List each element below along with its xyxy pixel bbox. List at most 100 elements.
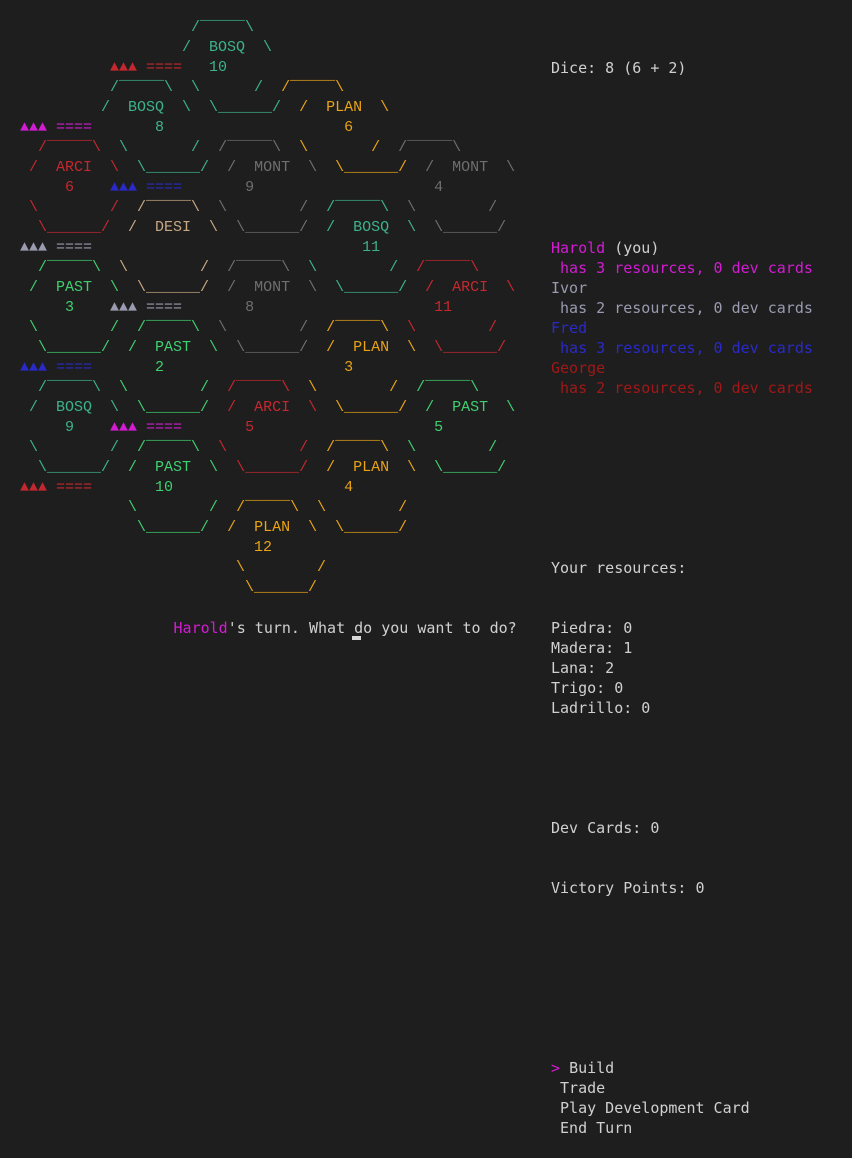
board-segment (218, 339, 236, 356)
prompt-indent (20, 619, 174, 637)
board-segment: /‾‾‾‾‾\ (38, 139, 102, 156)
prompt-player-name: Harold (173, 619, 228, 637)
player-name-line: Harold (you) (551, 238, 813, 258)
board-segment (20, 299, 65, 316)
board-segment: \ / (308, 259, 399, 276)
board-segment: 10 (155, 479, 174, 496)
board-segment: \ / (308, 379, 399, 396)
board-segment: / ARCI \ (29, 159, 120, 176)
board-segment: \ / (218, 199, 309, 216)
board-row: \______/ / PAST \ \______/ / PLAN \ \___… (20, 458, 515, 478)
menu-item-end-turn[interactable]: End Turn (551, 1118, 813, 1138)
menu-item-label: Trade (560, 1079, 606, 1097)
board-segment (20, 539, 254, 556)
board-segment (20, 339, 38, 356)
terminal-cursor (352, 636, 361, 640)
board-segment: 2 (155, 359, 165, 376)
board-row: / BOSQ \ \______/ / PLAN \ (20, 98, 515, 118)
board-segment: / BOSQ \ \______/ (101, 99, 300, 116)
board-segment (389, 319, 407, 336)
board-segment (308, 439, 326, 456)
board-segment: 4 (434, 179, 444, 196)
board-segment (74, 419, 110, 436)
board-segment (281, 139, 299, 156)
board-segment (119, 159, 137, 176)
menu-item-build[interactable]: > Build (551, 1058, 813, 1078)
player-name-line: Fred (551, 318, 813, 338)
menu-indent (551, 1079, 560, 1097)
board-segment (110, 219, 128, 236)
board-segment: / PAST \ (128, 459, 219, 476)
resource-item: Lana: 2 (551, 659, 615, 677)
resource-item: Ladrillo: 0 (551, 699, 651, 717)
board-segment: ▲▲▲ ==== (20, 359, 93, 376)
board-segment (218, 219, 236, 236)
board-row: ▲▲▲ ==== 2 3 (20, 358, 515, 378)
board-segment: /‾‾‾‾‾\ (227, 259, 291, 276)
board-segment: / ARCI \ (425, 279, 516, 296)
board-segment (20, 379, 38, 396)
board-segment: /‾‾‾‾‾\ (227, 379, 291, 396)
player-you-tag: (you) (605, 239, 660, 257)
board-segment: \ / (29, 319, 120, 336)
board-segment (20, 39, 182, 56)
board-segment (20, 399, 29, 416)
board-segment (20, 199, 29, 216)
board-segment: /‾‾‾‾‾\ (191, 19, 255, 36)
board-segment (74, 179, 110, 196)
menu-item-trade[interactable]: Trade (551, 1078, 813, 1098)
dice-readout: Dice: 8 (6 + 2) (551, 59, 687, 77)
board-segment: / (254, 79, 282, 96)
board-segment: \ / (128, 499, 219, 516)
board-segment: \______/ (245, 579, 318, 596)
board-segment (209, 519, 227, 536)
dev-cards-count: Dev Cards: 0 (551, 819, 660, 837)
board-segment: \______/ (434, 459, 507, 476)
turn-prompt: Harold's turn. What do you want to do? (20, 618, 517, 638)
board-segment: \ / (29, 439, 120, 456)
action-menu: > Build Trade Play Development Card End … (551, 1058, 813, 1138)
resource-list: Piedra: 0 Madera: 1 Lana: 2 Trigo: 0 Ladrill… (551, 618, 813, 718)
board-row: \ / (20, 558, 515, 578)
board-segment (290, 259, 308, 276)
menu-item-play-development-card[interactable]: Play Development Card (551, 1098, 813, 1118)
board-segment (74, 299, 110, 316)
board-segment (416, 459, 434, 476)
board-segment: \ / (119, 379, 210, 396)
board-segment: 8 (155, 119, 165, 136)
board-segment: \______/ (236, 219, 309, 236)
board-segment (416, 339, 434, 356)
board-segment (110, 459, 128, 476)
board-segment: \______/ (434, 219, 507, 236)
board-segment (110, 339, 128, 356)
board-segment: \______/ (335, 279, 408, 296)
board-segment (254, 299, 434, 316)
board-row: \ / /‾‾‾‾‾\ \ / /‾‾‾‾‾\ \ / (20, 438, 515, 458)
player-status: has 3 resources, 0 dev cards (551, 339, 813, 357)
board-row: \______/ / PAST \ \______/ / PLAN \ \___… (20, 338, 515, 358)
board-segment (20, 579, 245, 596)
board-row: ▲▲▲ ==== 10 4 (20, 478, 515, 498)
player-status-line: has 3 resources, 0 dev cards (551, 338, 813, 358)
board-segment (200, 139, 218, 156)
board-row: 6 ▲▲▲ ==== 9 4 (20, 178, 515, 198)
board-segment: 3 (344, 359, 354, 376)
board-segment: \______/ (236, 339, 309, 356)
board-segment (182, 299, 245, 316)
board-segment: \ / (317, 499, 408, 516)
board-segment (317, 279, 335, 296)
board-segment (254, 419, 434, 436)
board-segment: 6 (344, 119, 354, 136)
board-segment (209, 379, 227, 396)
board-row: ▲▲▲ ==== 8 6 (20, 118, 515, 138)
board-segment: \______/ (38, 459, 111, 476)
board-segment: /‾‾‾‾‾\ (326, 439, 390, 456)
resource-item: Piedra: 0 (551, 619, 633, 637)
board-segment: 9 (65, 419, 75, 436)
board-segment: /‾‾‾‾‾\ (38, 379, 102, 396)
resource-item: Trigo: 0 (551, 679, 624, 697)
board-segment (389, 439, 407, 456)
board-segment (308, 319, 326, 336)
board-segment: 6 (65, 179, 75, 196)
board-segment: /‾‾‾‾‾\ (38, 259, 102, 276)
